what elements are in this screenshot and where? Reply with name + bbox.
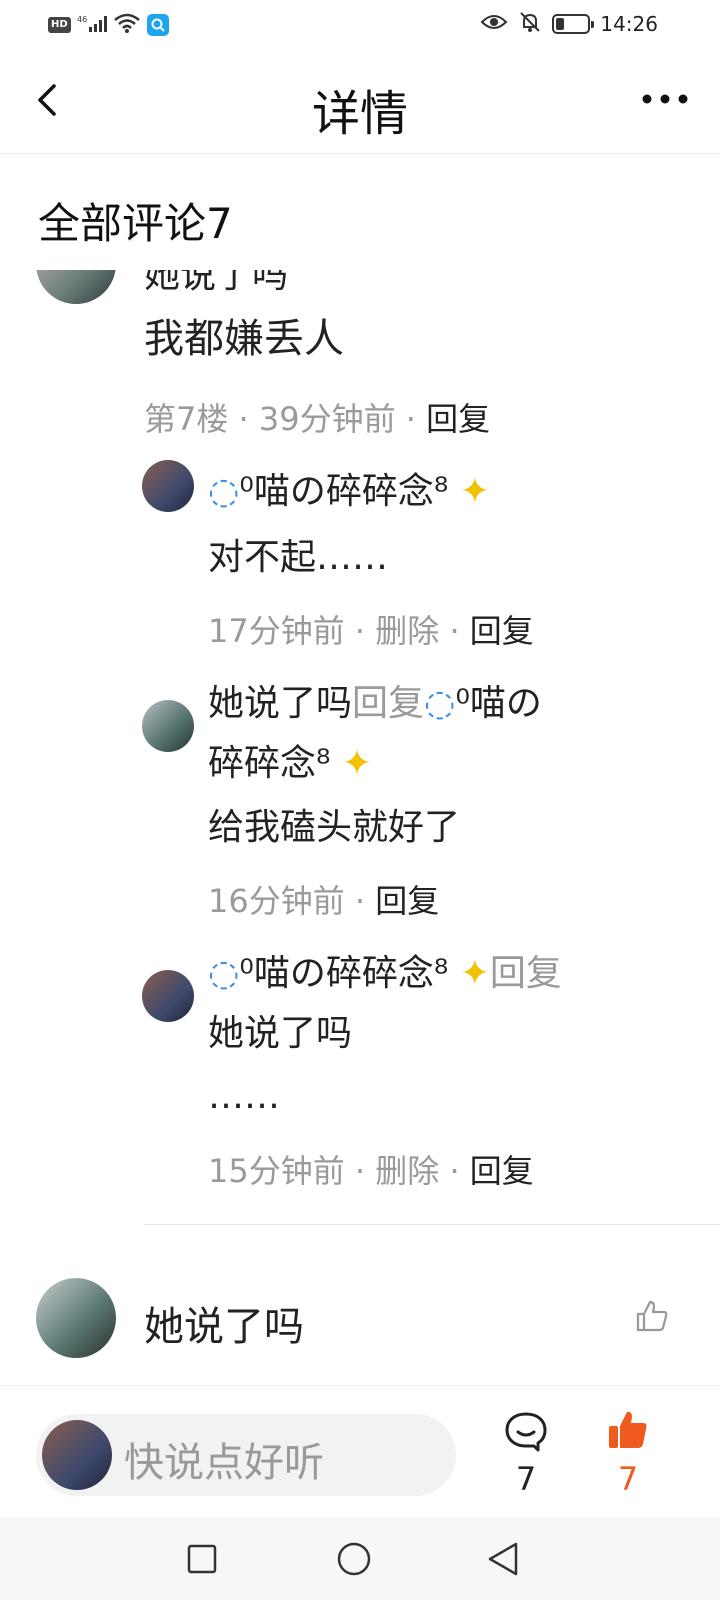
thumbs-up-icon <box>636 1300 668 1332</box>
divider <box>144 1224 720 1225</box>
main-comment-meta: 第7楼 · 39分钟前 · 回复 <box>144 400 491 438</box>
status-bar: HD 46 14:26 <box>0 0 720 48</box>
delete-button[interactable]: 删除 <box>375 1152 439 1190</box>
status-right: 14:26 <box>480 10 658 38</box>
like-count-button[interactable] <box>606 1408 650 1456</box>
more-icon <box>642 94 688 104</box>
reply-3-target[interactable]: 她说了吗 <box>208 1004 352 1056</box>
dizzy-emoji-icon: ◌ <box>208 471 240 512</box>
network-label: 46 <box>77 15 87 24</box>
battery-icon <box>552 14 595 34</box>
like-count: 7 <box>617 1460 639 1498</box>
comment-count: 7 <box>515 1460 537 1498</box>
reply-1-meta: 17分钟前 · 删除 · 回复 <box>208 612 534 650</box>
reply-3-author[interactable]: ⁰喵の碎碎念⁸ <box>239 953 448 994</box>
status-left: HD 46 <box>48 12 169 38</box>
avatar-next-comment[interactable] <box>36 1278 116 1358</box>
comment-count-button[interactable] <box>504 1410 548 1456</box>
comment-bubble-icon <box>505 1412 547 1452</box>
comment-time: 39分钟前 <box>258 400 396 438</box>
sparkle-emoji-icon: ✦ <box>448 953 490 994</box>
avatar-reply-3[interactable] <box>142 970 194 1022</box>
header: 详情 <box>0 48 720 154</box>
reply-button[interactable]: 回复 <box>470 1152 534 1190</box>
eye-icon <box>480 12 508 36</box>
triangle-back-icon <box>488 1542 518 1576</box>
comment-list[interactable]: 她说了吗 我都嫌丢人 第7楼 · 39分钟前 · 回复 ◌⁰喵の碎碎念⁸ ✦ 对… <box>0 270 720 1385</box>
signal-icon: 46 <box>77 14 107 37</box>
reply-2-author[interactable]: 她说了吗 <box>208 683 352 724</box>
dizzy-emoji-icon: ◌ <box>208 953 240 994</box>
floor-label: 第7楼 <box>144 400 229 438</box>
comment-input[interactable]: 快说点好听 <box>36 1414 456 1496</box>
reply-2-target[interactable]: ⁰喵の <box>455 683 541 724</box>
avatar-reply-2[interactable] <box>142 700 194 752</box>
circle-icon <box>337 1542 371 1576</box>
reply-1-author[interactable]: ◌⁰喵の碎碎念⁸ ✦ <box>208 462 490 514</box>
sparkle-emoji-icon: ✦ <box>330 743 373 784</box>
more-button[interactable] <box>640 84 690 114</box>
reply-3-text: …… <box>208 1076 280 1117</box>
sparkle-emoji-icon: ✦ <box>448 471 490 512</box>
avatar-reply-1[interactable] <box>142 460 194 512</box>
back-nav-button[interactable] <box>486 1541 520 1581</box>
reply-button[interactable]: 回复 <box>426 400 490 438</box>
recents-button[interactable] <box>186 1543 218 1579</box>
bottom-action-bar: 快说点好听 7 7 <box>0 1385 720 1517</box>
reply-2-meta: 16分钟前 · 回复 <box>208 882 440 920</box>
search-app-icon <box>146 14 169 36</box>
page-title: 详情 <box>311 86 408 142</box>
user-avatar <box>42 1420 112 1490</box>
comments-section-title: 全部评论7 <box>38 199 233 248</box>
system-nav-bar <box>0 1517 720 1600</box>
main-comment-text: 我都嫌丢人 <box>144 316 344 362</box>
comment-input-placeholder: 快说点好听 <box>124 1440 324 1486</box>
status-time: 14:26 <box>600 12 658 36</box>
comment-author-name[interactable]: 她说了吗 <box>144 270 288 298</box>
reply-2-header-line2: 碎碎念⁸ ✦ <box>208 743 373 784</box>
reply-3-meta: 15分钟前 · 删除 · 回复 <box>208 1152 534 1190</box>
avatar-main-comment[interactable] <box>36 270 116 304</box>
reply-button[interactable]: 回复 <box>375 882 439 920</box>
like-button[interactable] <box>634 1298 670 1338</box>
square-icon <box>187 1544 217 1574</box>
reply-2-text: 给我磕头就好了 <box>208 807 461 848</box>
next-comment-author[interactable]: 她说了吗 <box>144 1294 304 1352</box>
delete-button[interactable]: 删除 <box>375 612 439 650</box>
wifi-icon <box>113 12 141 38</box>
thumbs-up-filled-icon <box>609 1411 647 1448</box>
reply-3-header: ◌⁰喵の碎碎念⁸ ✦回复 <box>208 953 562 994</box>
like-icon-partial[interactable] <box>636 270 668 282</box>
dizzy-emoji-icon: ◌ <box>424 683 456 724</box>
reply-button[interactable]: 回复 <box>470 612 534 650</box>
hd-badge: HD <box>48 17 71 33</box>
home-button[interactable] <box>336 1541 372 1581</box>
reply-2-header-line1: 她说了吗回复◌⁰喵の <box>208 683 542 724</box>
mute-bell-icon <box>518 10 542 38</box>
reply-1-text: 对不起…… <box>208 537 389 578</box>
